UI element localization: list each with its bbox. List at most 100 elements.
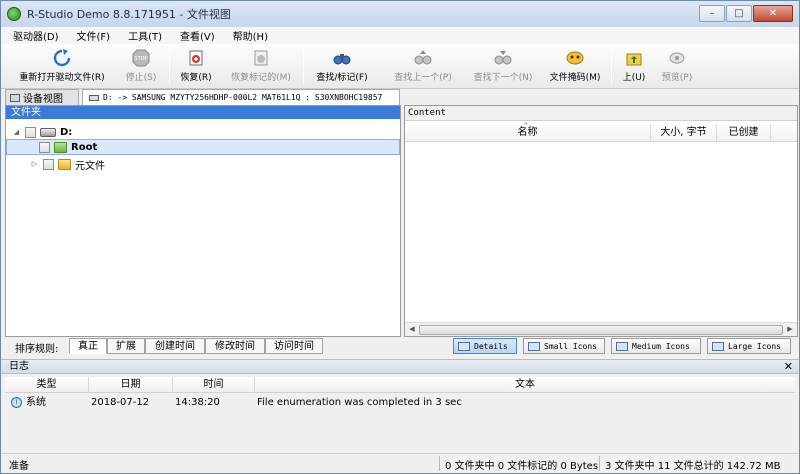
horizontal-scrollbar[interactable]: ◀ ▶	[405, 322, 797, 336]
view-large-icons-label: Large Icons	[728, 341, 781, 351]
preview-label: 预览(P)	[661, 73, 693, 83]
refresh-icon	[53, 49, 71, 67]
sort-modified[interactable]: 修改时间	[205, 338, 265, 354]
small-icons-view-icon	[528, 341, 540, 351]
toolbar-separator	[303, 48, 304, 84]
root-checkbox[interactable]	[39, 141, 50, 153]
find-previous-label: 查找上一个(P)	[394, 73, 452, 83]
window-controls: – □ ✕	[698, 5, 793, 22]
status-selected: 0 文件夹中 0 文件标记的 0 Bytes	[445, 461, 599, 472]
column-size[interactable]: 大小, 字节	[651, 124, 717, 142]
scroll-right-icon[interactable]: ▶	[785, 325, 795, 335]
log-col-text[interactable]: 文本	[255, 377, 795, 393]
binoculars-up-icon	[414, 49, 432, 67]
recover-marked-button[interactable]: 恢复标记的(M)	[225, 49, 297, 83]
rescan-label: 重新打开驱动文件(R)	[19, 73, 105, 83]
view-tabs: 设备视图 D: -> SAMSUNG MZYTY256HDHP-000L2 MA…	[1, 89, 799, 105]
menu-bar: 驱动器(D) 文件(F) 工具(T) 查看(V) 帮助(H)	[1, 27, 799, 44]
stop-button[interactable]: STOP 停止(S)	[119, 49, 163, 83]
tab-device-view[interactable]: 设备视图	[5, 89, 79, 105]
recover-marked-label: 恢复标记的(M)	[231, 73, 291, 83]
view-small-icons-button[interactable]: Small Icons	[523, 338, 605, 354]
expand-icon[interactable]: ▷	[30, 160, 39, 168]
log-col-type[interactable]: 类型	[5, 377, 89, 393]
up-label: 上(U)	[622, 73, 646, 83]
view-large-icons-button[interactable]: Large Icons	[707, 338, 791, 354]
toolbar-separator	[611, 48, 612, 84]
menu-help[interactable]: 帮助(H)	[221, 28, 274, 43]
status-ready: 准备	[9, 461, 29, 472]
up-button[interactable]: 上(U)	[617, 49, 651, 83]
drive-icon	[40, 127, 56, 137]
stop-icon: STOP	[132, 49, 150, 67]
log-col-time[interactable]: 时间	[173, 377, 255, 393]
window-title: R-Studio Demo 8.8.171951 - 文件视图	[27, 8, 231, 21]
sort-label: 排序规则:	[15, 344, 59, 355]
file-mask-button[interactable]: 文件掩码(M)	[545, 49, 605, 83]
content-header: Content	[405, 106, 797, 121]
find-previous-button[interactable]: 查找上一个(P)	[385, 49, 461, 83]
preview-button[interactable]: 预览(P)	[655, 49, 699, 83]
log-row-type: i 系统	[11, 395, 89, 411]
collapse-icon[interactable]: ◢	[12, 128, 21, 136]
close-button[interactable]: ✕	[753, 5, 793, 22]
stop-label: 停止(S)	[125, 73, 157, 83]
content-panel: Content ^ 名称 大小, 字节 已创建 ◀ ▶	[404, 105, 798, 337]
status-separator	[439, 456, 440, 471]
menu-drive[interactable]: 驱动器(D)	[1, 28, 65, 43]
status-separator	[599, 456, 600, 471]
folder-up-icon	[625, 49, 643, 67]
sort-extension[interactable]: 扩展	[107, 338, 145, 354]
recover-icon	[187, 49, 205, 67]
svg-text:STOP: STOP	[134, 56, 147, 62]
rescan-button[interactable]: 重新打开驱动文件(R)	[13, 49, 111, 83]
log-col-date[interactable]: 日期	[89, 377, 173, 393]
find-next-label: 查找下一个(N)	[473, 73, 533, 83]
content-column-headers: ^ 名称 大小, 字节 已创建	[405, 122, 797, 142]
log-row-type-label: 系统	[26, 397, 46, 408]
column-name[interactable]: ^ 名称	[405, 122, 651, 142]
menu-file[interactable]: 文件(F)	[65, 28, 117, 43]
menu-view[interactable]: 查看(V)	[168, 28, 221, 43]
tree-item-metafiles[interactable]: ▷ 元文件	[6, 156, 400, 172]
folder-icon	[54, 141, 67, 153]
scroll-left-icon[interactable]: ◀	[407, 325, 417, 335]
drive-label: D:	[60, 126, 73, 138]
column-created[interactable]: 已创建	[717, 124, 771, 142]
tab-file-view-label: D: -> SAMSUNG MZYTY256HDHP-000L2 MAT61L1…	[103, 93, 383, 102]
drive-tab-icon	[89, 94, 99, 101]
preview-eye-icon	[668, 49, 686, 67]
folder-icon	[58, 158, 71, 170]
log-row[interactable]: i 系统 2018-07-12 14:38:20 File enumeration…	[5, 395, 795, 411]
drive-checkbox[interactable]	[25, 126, 36, 138]
find-mark-button[interactable]: 查找/标记(F)	[309, 49, 375, 83]
sort-real[interactable]: 真正	[69, 338, 107, 354]
tree-item-root[interactable]: Root	[6, 139, 400, 155]
find-next-button[interactable]: 查找下一个(N)	[465, 49, 541, 83]
status-total: 3 文件夹中 11 文件总计的 142.72 MB	[605, 461, 781, 472]
tree-item-drive[interactable]: ◢ D:	[6, 124, 400, 140]
view-details-label: Details	[474, 341, 508, 351]
binoculars-down-icon	[494, 49, 512, 67]
sort-created[interactable]: 创建时间	[145, 338, 205, 354]
minimize-button[interactable]: –	[699, 5, 725, 22]
folder-tree-header: 文件夹	[6, 106, 400, 119]
info-icon: i	[11, 396, 22, 408]
view-medium-icons-button[interactable]: Medium Icons	[611, 338, 701, 354]
tab-file-view[interactable]: D: -> SAMSUNG MZYTY256HDHP-000L2 MAT61L1…	[82, 89, 400, 105]
r-studio-logo-icon	[7, 7, 21, 21]
large-icons-view-icon	[712, 341, 724, 351]
details-view-icon	[458, 341, 470, 351]
app-window: R-Studio Demo 8.8.171951 - 文件视图 – □ ✕ 驱动…	[0, 0, 800, 474]
menu-tools[interactable]: 工具(T)	[116, 28, 168, 43]
metafiles-checkbox[interactable]	[43, 158, 54, 170]
maximize-button[interactable]: □	[726, 5, 752, 22]
view-details-button[interactable]: Details	[453, 338, 517, 354]
log-row-text: File enumeration was completed in 3 sec	[257, 397, 462, 408]
find-mark-label: 查找/标记(F)	[316, 73, 368, 83]
recover-button[interactable]: 恢复(R)	[175, 49, 217, 83]
sort-accessed[interactable]: 访问时间	[265, 338, 323, 354]
log-close-icon[interactable]: ✕	[784, 360, 793, 374]
log-title-bar: 日志 ✕	[1, 359, 799, 374]
scroll-thumb[interactable]	[419, 325, 783, 335]
